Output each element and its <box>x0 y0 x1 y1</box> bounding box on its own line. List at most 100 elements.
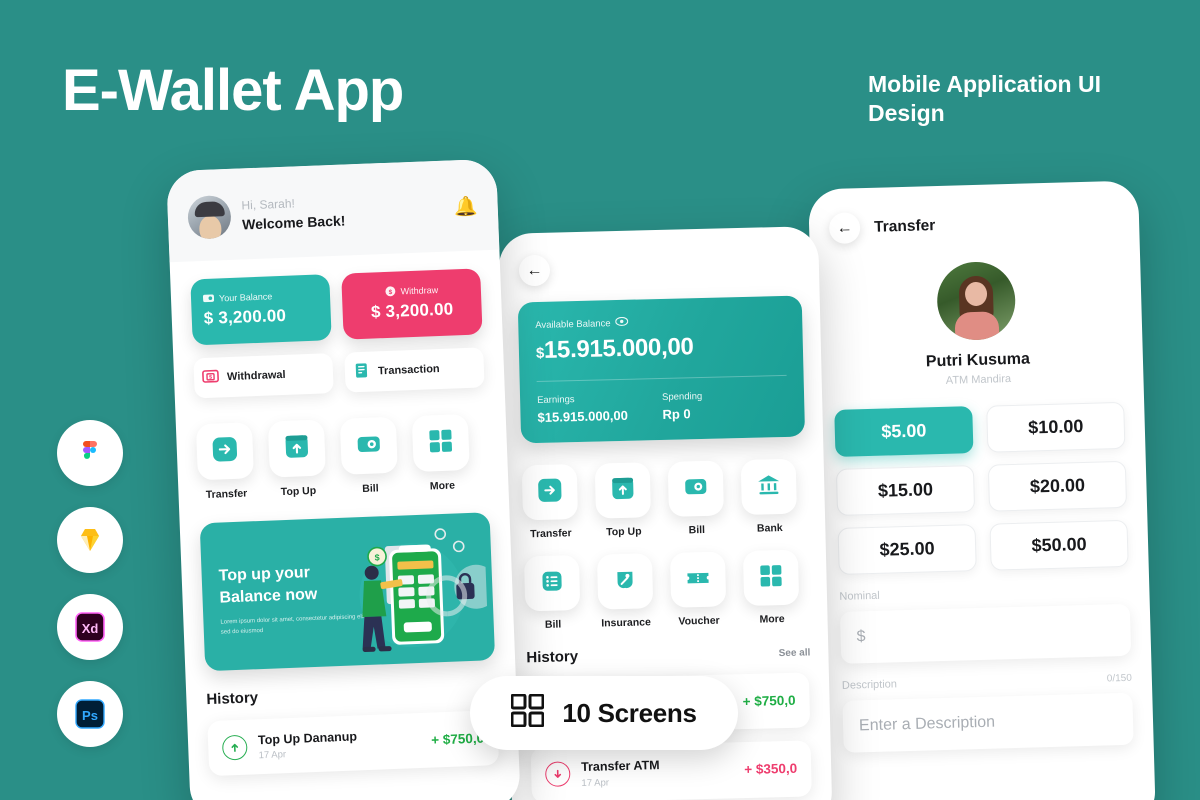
transaction-button[interactable]: Transaction <box>344 347 485 393</box>
menu-item-transfer[interactable]: Transfer <box>521 464 579 541</box>
transaction-name: Transfer ATM <box>580 758 660 775</box>
transfer-arrow-icon <box>537 477 563 508</box>
menu-item-topup[interactable]: Top Up <box>594 462 652 539</box>
spending-value: Rp 0 <box>662 406 691 422</box>
adobe-xd-icon: Xd <box>74 611 106 643</box>
topup-upload-icon <box>283 433 310 465</box>
menu-item-more[interactable]: More <box>742 549 800 626</box>
menu-item-voucher[interactable]: Voucher <box>669 551 727 628</box>
svg-text:Ps: Ps <box>82 708 98 723</box>
menu-label: More <box>429 479 456 493</box>
withdraw-amount: $ 3,200.00 <box>370 299 454 322</box>
arrow-down-circle-icon <box>544 761 571 788</box>
amount-option[interactable]: $25.00 <box>837 524 977 575</box>
nominal-input[interactable]: $ <box>839 603 1132 664</box>
menu-item-bill[interactable]: Bill <box>667 460 725 537</box>
withdrawal-label: Withdrawal <box>226 368 286 384</box>
back-button[interactable]: ← <box>518 254 551 287</box>
eye-icon[interactable] <box>615 316 629 329</box>
amount-option[interactable]: $10.00 <box>986 401 1126 453</box>
amount-option[interactable]: $5.00 <box>834 406 974 457</box>
menu-label: Bill <box>688 523 706 537</box>
screens-count-badge: 10 Screens <box>470 676 738 750</box>
more-grid-icon <box>759 564 783 593</box>
menu-item-bill[interactable]: Bill <box>339 416 399 496</box>
grid-icon <box>510 693 545 732</box>
tool-badge-photoshop[interactable]: Ps <box>57 681 123 747</box>
back-button[interactable]: ← <box>828 212 861 245</box>
bill-list-icon <box>539 568 565 599</box>
quick-menu-grid: Transfer Top Up Bill More <box>175 386 509 502</box>
menu-item-insurance[interactable]: Insurance <box>596 553 654 630</box>
amount-option[interactable]: $50.00 <box>989 519 1129 571</box>
menu-label: Voucher <box>678 614 720 628</box>
available-balance-amount: 15.915.000,00 <box>543 333 694 364</box>
menu-label: Top Up <box>606 525 642 539</box>
greeting-large: Welcome Back! <box>241 212 346 233</box>
bill-wallet-icon <box>355 430 382 462</box>
transaction-name: Top Up Dananup <box>257 729 358 748</box>
svg-text:Xd: Xd <box>82 621 99 636</box>
menu-item-transfer[interactable]: Transfer <box>195 422 255 502</box>
transaction-row[interactable]: Top Up Dananup 17 Apr + $750,0 <box>207 710 500 777</box>
transaction-amount: + $350,0 <box>744 761 798 778</box>
see-all-link[interactable]: See all <box>779 647 811 659</box>
photoshop-icon: Ps <box>74 698 106 730</box>
available-balance-label: Available Balance <box>535 317 611 331</box>
menu-item-topup[interactable]: Top Up <box>267 419 327 498</box>
atm-icon: $ <box>202 367 220 388</box>
amount-option-grid: $5.00 $10.00 $15.00 $20.00 $25.00 $50.00 <box>814 381 1149 575</box>
menu-label: More <box>759 613 785 626</box>
menu-label: Transfer <box>530 527 572 541</box>
menu-label: Insurance <box>601 616 652 630</box>
your-balance-amount: $ 3,200.00 <box>203 305 287 328</box>
menu-item-bill-list[interactable]: Bill <box>523 555 581 631</box>
your-balance-card[interactable]: Your Balance $ 3,200.00 <box>190 274 332 346</box>
tool-badge-figma[interactable] <box>57 420 123 486</box>
menu-label: Bill <box>544 618 562 631</box>
bell-icon[interactable]: 🔔 <box>454 196 478 218</box>
menu-label: Transfer <box>205 487 248 502</box>
page-title: E-Wallet App <box>62 58 404 123</box>
receipt-icon <box>353 362 371 383</box>
description-input[interactable]: Enter a Description <box>842 692 1134 753</box>
withdrawal-button[interactable]: $ Withdrawal <box>193 353 334 399</box>
menu-item-more[interactable]: More <box>411 413 471 493</box>
user-avatar[interactable] <box>187 194 232 240</box>
screens-count-label: 10 Screens <box>562 697 697 728</box>
arrow-left-icon: ← <box>526 261 543 279</box>
menu-item-bank[interactable]: Bank <box>740 458 798 535</box>
sketch-icon <box>74 526 106 554</box>
amount-option[interactable]: $20.00 <box>987 460 1128 512</box>
wallet-icon <box>202 293 215 304</box>
more-grid-icon <box>428 428 453 458</box>
tool-badge-sketch[interactable] <box>57 507 123 573</box>
page-title-transfer: Transfer <box>873 216 936 236</box>
transaction-label: Transaction <box>377 362 440 378</box>
phone-screen-transfer: ← Transfer Putri Kusuma ATM Mandira $5.0… <box>808 180 1156 800</box>
recipient-avatar <box>936 260 1017 342</box>
transaction-date: 17 Apr <box>258 749 287 762</box>
transfer-arrow-icon <box>211 435 238 467</box>
earnings-label: Earnings <box>536 394 575 407</box>
withdraw-card[interactable]: $ Withdraw $ 3,200.00 <box>341 268 483 340</box>
voucher-ticket-icon <box>685 564 711 595</box>
topup-upload-icon <box>610 475 636 506</box>
phone-screen-home: Hi, Sarah! Welcome Back! 🔔 Your Balance … <box>166 158 521 800</box>
spending-label: Spending <box>661 390 703 403</box>
withdraw-label: Withdraw <box>400 284 439 296</box>
available-balance-card: Available Balance $15.915.000,00 Earning… <box>517 295 806 444</box>
insurance-icon <box>612 566 638 597</box>
promo-banner[interactable]: Top up your Balance now Lorem ipsum dolo… <box>199 512 496 672</box>
amount-option[interactable]: $15.00 <box>835 465 976 516</box>
tool-badge-list: Xd Ps <box>57 420 123 768</box>
menu-label: Bill <box>362 482 379 496</box>
figma-icon <box>75 438 105 468</box>
transaction-date: 17 Apr <box>581 776 610 789</box>
arrow-left-icon: ← <box>836 218 853 237</box>
section-title-history: History <box>526 648 579 667</box>
tool-badge-adobe-xd[interactable]: Xd <box>57 594 123 660</box>
page-subtitle: Mobile Application UI Design <box>868 71 1101 126</box>
earnings-value: $15.915.000,00 <box>537 407 629 425</box>
menu-label: Bank <box>756 522 783 535</box>
